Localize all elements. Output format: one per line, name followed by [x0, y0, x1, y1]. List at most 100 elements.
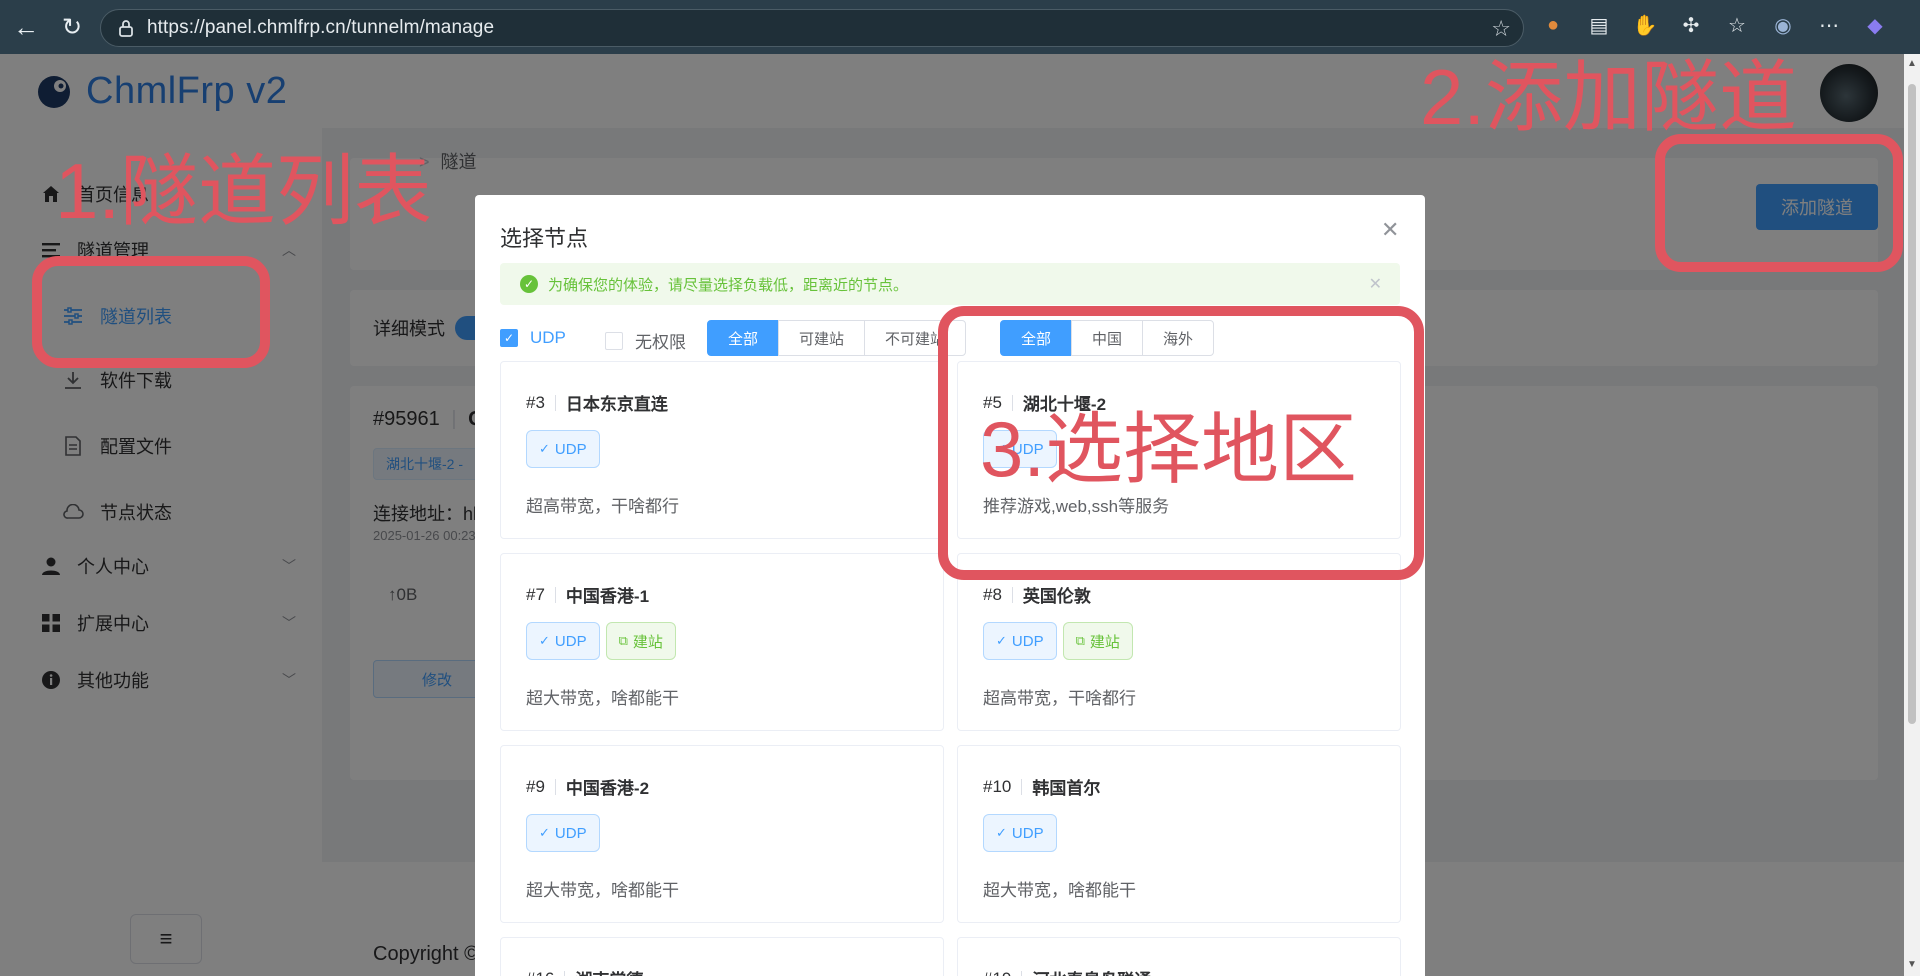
node-header: #10 韩国首尔 — [983, 774, 1100, 799]
annotation-box-add-tunnel — [1655, 134, 1903, 272]
annotation-step1: 1.隧道列表 — [55, 147, 433, 235]
node-description: 超大带宽，啥都能干 — [526, 881, 679, 900]
node-tags: ✓ UDP ⧉ 建站 — [526, 622, 676, 660]
node-divider — [564, 970, 566, 976]
node-description: 超大带宽，啥都能干 — [983, 881, 1136, 900]
site-tag: ⧉ 建站 — [1062, 622, 1133, 660]
udp-checkbox[interactable]: ✓ UDP — [500, 328, 566, 348]
node-description: 超大带宽，啥都能干 — [526, 689, 679, 708]
node-divider — [554, 394, 556, 411]
check-icon: ✓ — [996, 633, 1007, 648]
alert-text: 为确保您的体验，请尽量选择负载低，距离近的节点。 — [548, 276, 909, 294]
tab-extension-icon[interactable]: ▤ — [1586, 12, 1612, 38]
node-header: #8 英国伦敦 — [983, 582, 1091, 607]
node-number: #19 — [983, 969, 1011, 976]
site-filter-group: 全部 可建站 不可建站 — [707, 320, 967, 356]
tag-label: UDP — [554, 632, 587, 650]
node-card[interactable]: #7 中国香港-1 ✓ UDP ⧉ 建站超大带宽，啥都能干 — [500, 553, 944, 731]
alert-close-icon[interactable]: ✕ — [1369, 274, 1382, 294]
node-divider — [554, 778, 556, 795]
node-number: #9 — [526, 776, 545, 796]
node-name: 中国香港-1 — [565, 587, 650, 606]
site-tag: ⧉ 建站 — [605, 622, 676, 660]
node-card[interactable]: #19 河北秦皇岛联通 — [957, 937, 1401, 976]
browser-toolbar: ← ↻ https://panel.chmlfrp.cn/tunnelm/man… — [0, 0, 1920, 54]
scroll-down-icon[interactable]: ▼ — [1907, 959, 1917, 970]
node-number: #8 — [983, 584, 1002, 604]
udp-checkbox-label: UDP — [530, 328, 566, 347]
tag-label: UDP — [554, 824, 587, 842]
address-url: https://panel.chmlfrp.cn/tunnelm/manage — [147, 17, 495, 38]
puzzle-extensions-icon[interactable]: ✣ — [1678, 12, 1704, 38]
node-header: #16 湖南常德 — [526, 966, 643, 976]
node-divider — [554, 586, 556, 603]
check-icon: ✓ — [996, 825, 1007, 840]
reload-icon[interactable]: ↻ — [52, 7, 92, 47]
copilot-icon[interactable]: ◆ — [1862, 12, 1888, 38]
udp-tag: ✓ UDP — [526, 622, 600, 660]
node-name: 中国香港-2 — [565, 779, 650, 798]
unlimited-checkbox-label: 无权限 — [635, 333, 686, 352]
unlimited-checkbox[interactable]: 无权限 — [605, 328, 686, 353]
node-name: 湖南常德 — [575, 966, 643, 976]
check-icon: ✓ — [539, 633, 550, 648]
site-filter-can-build[interactable]: 可建站 — [778, 320, 866, 356]
udp-tag: ✓ UDP — [983, 814, 1057, 852]
scroll-up-icon[interactable]: ▲ — [1907, 58, 1917, 69]
node-tags: ✓ UDP — [526, 814, 600, 852]
more-menu-icon[interactable]: ⋯ — [1816, 12, 1842, 38]
node-description: 超高带宽，干啥都行 — [983, 689, 1136, 708]
check-circle-icon: ✓ — [520, 275, 538, 293]
node-name: 英国伦敦 — [1022, 587, 1091, 606]
node-card[interactable]: #16 湖南常德 — [500, 937, 944, 976]
profile-icon[interactable]: ◉ — [1770, 12, 1796, 38]
annotation-box-tunnel-list — [32, 256, 270, 368]
node-name: 日本东京直连 — [565, 395, 668, 414]
node-divider — [1011, 586, 1013, 603]
node-divider — [1021, 778, 1023, 795]
page-scrollbar[interactable]: ▲ ▼ — [1904, 54, 1920, 976]
back-icon[interactable]: ← — [6, 7, 46, 47]
node-header: #3 日本东京直连 — [526, 390, 668, 415]
node-description: 超高带宽，干啥都行 — [526, 497, 679, 516]
tag-label: UDP — [554, 440, 587, 458]
node-tags: ✓ UDP — [526, 430, 600, 468]
node-tags: ✓ UDP — [983, 814, 1057, 852]
cookie-extension-icon[interactable]: ● — [1540, 12, 1566, 38]
node-header: #7 中国香港-1 — [526, 582, 649, 607]
annotation-box-region — [938, 306, 1424, 580]
link-icon: ⧉ — [1075, 633, 1085, 648]
tag-label: UDP — [1011, 824, 1044, 842]
favorites-list-icon[interactable]: ☆ — [1724, 12, 1750, 38]
screen: ← ↻ https://panel.chmlfrp.cn/tunnelm/man… — [0, 0, 1920, 976]
node-number: #10 — [983, 776, 1012, 796]
udp-tag: ✓ UDP — [983, 622, 1057, 660]
close-icon[interactable]: ✕ — [1381, 217, 1399, 243]
node-number: #16 — [526, 969, 554, 976]
tag-label: UDP — [1011, 632, 1044, 650]
node-divider — [1021, 970, 1023, 976]
checkbox-empty-icon — [605, 331, 623, 350]
checkbox-checked-icon: ✓ — [500, 329, 518, 347]
info-alert: ✓ 为确保您的体验，请尽量选择负载低，距离近的节点。 ✕ — [500, 263, 1400, 305]
node-card[interactable]: #9 中国香港-2 ✓ UDP 超大带宽，啥都能干 — [500, 745, 944, 923]
tag-label: 建站 — [632, 633, 663, 651]
check-icon: ✓ — [539, 825, 550, 840]
tag-label: 建站 — [1089, 633, 1120, 651]
node-number: #3 — [526, 392, 545, 412]
udp-tag: ✓ UDP — [526, 430, 600, 468]
extension-icons: ● ▤ ✋ ✣ ☆ ◉ ⋯ ◆ — [1540, 12, 1888, 38]
scroll-thumb[interactable] — [1908, 84, 1916, 724]
hand-extension-icon[interactable]: ✋ — [1632, 12, 1658, 38]
address-bar[interactable]: https://panel.chmlfrp.cn/tunnelm/manage … — [100, 9, 1524, 47]
check-icon: ✓ — [539, 441, 550, 456]
node-card[interactable]: #3 日本东京直连 ✓ UDP 超高带宽，干啥都行 — [500, 361, 944, 539]
node-tags: ✓ UDP ⧉ 建站 — [983, 622, 1133, 660]
node-header: #9 中国香港-2 — [526, 774, 649, 799]
favorite-star-icon[interactable]: ☆ — [1491, 16, 1511, 42]
annotation-step2: 2.添加隧道 — [1420, 53, 1798, 141]
node-card[interactable]: #10 韩国首尔 ✓ UDP 超大带宽，啥都能干 — [957, 745, 1401, 923]
site-filter-all[interactable]: 全部 — [707, 320, 780, 356]
dialog-title: 选择节点 — [500, 226, 589, 251]
node-name: 河北秦皇岛联通 — [1032, 966, 1151, 976]
